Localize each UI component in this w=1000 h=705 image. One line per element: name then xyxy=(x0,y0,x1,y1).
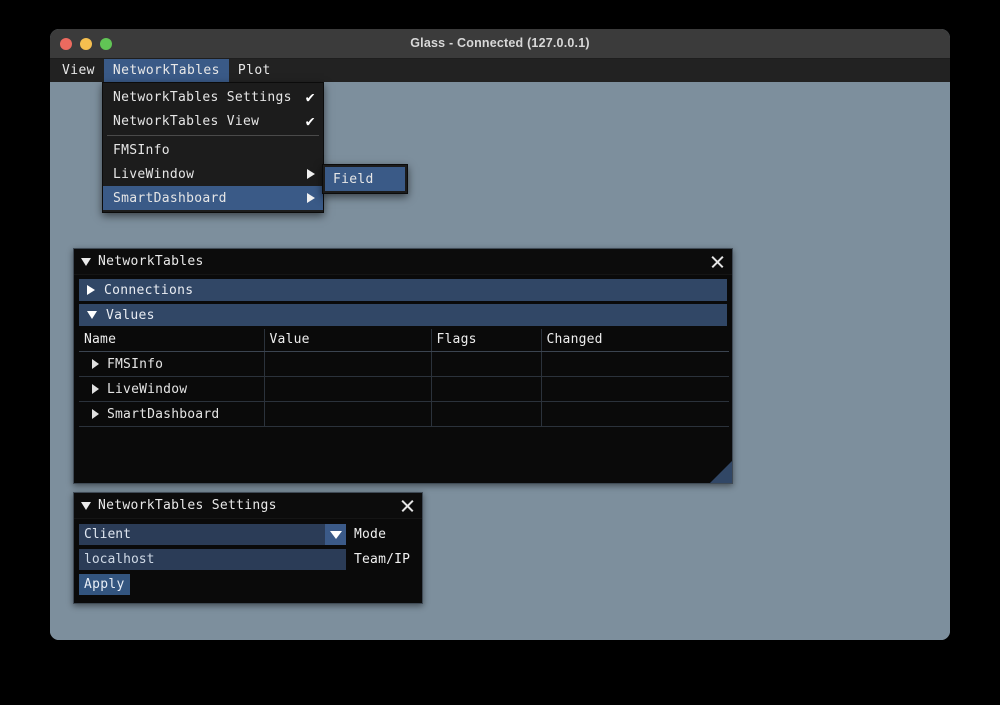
window-title: Glass - Connected (127.0.0.1) xyxy=(50,29,950,58)
cell-flags xyxy=(431,377,541,402)
checkmark-icon: ✔ xyxy=(306,90,315,105)
menu-item-fmsinfo[interactable]: FMSInfo xyxy=(103,138,323,162)
networktables-panel-body: Connections Values Name xyxy=(74,275,732,427)
collapse-triangle-icon[interactable] xyxy=(81,258,91,266)
column-header-value[interactable]: Value xyxy=(264,329,431,352)
menu-item-networktables-view[interactable]: NetworkTables View ✔ xyxy=(103,109,323,133)
menu-root-plot[interactable]: Plot xyxy=(229,59,280,82)
menu-root-networktables[interactable]: NetworkTables xyxy=(104,59,229,82)
mode-label: Mode xyxy=(354,527,386,542)
apply-row: Apply xyxy=(79,574,417,595)
expand-triangle-icon[interactable] xyxy=(92,409,99,419)
cell-name[interactable]: SmartDashboard xyxy=(79,402,264,427)
mode-selected-value: Client xyxy=(84,527,131,542)
cell-flags xyxy=(431,352,541,377)
menu-item-label: SmartDashboard xyxy=(113,191,297,206)
chevron-right-icon xyxy=(87,285,95,295)
cell-value xyxy=(264,402,431,427)
networktables-settings-panel: NetworkTables Settings Client Mode local… xyxy=(73,492,423,604)
smartdashboard-submenu: Field xyxy=(322,164,408,194)
networktables-panel-title: NetworkTables xyxy=(98,254,709,269)
menu-item-label: NetworkTables View xyxy=(113,114,298,129)
column-header-changed[interactable]: Changed xyxy=(541,329,729,352)
window-titlebar: Glass - Connected (127.0.0.1) xyxy=(50,29,950,59)
row-label: FMSInfo xyxy=(107,357,163,372)
chevron-down-icon xyxy=(87,311,97,319)
expand-triangle-icon[interactable] xyxy=(92,359,99,369)
application-canvas: NetworkTables Settings ✔ NetworkTables V… xyxy=(50,82,950,640)
mode-select[interactable]: Client xyxy=(79,524,346,545)
checkmark-icon: ✔ xyxy=(306,114,315,129)
column-header-name[interactable]: Name xyxy=(79,329,264,352)
submenu-item-label: Field xyxy=(333,172,397,187)
networktables-settings-titlebar[interactable]: NetworkTables Settings xyxy=(74,493,422,519)
table-header-row: Name Value Flags Changed xyxy=(79,329,729,352)
application-window: Glass - Connected (127.0.0.1) View Netwo… xyxy=(50,29,950,640)
row-label: SmartDashboard xyxy=(107,407,219,422)
cell-flags xyxy=(431,402,541,427)
networktables-panel: NetworkTables Connections Values xyxy=(73,248,733,484)
submenu-arrow-icon xyxy=(307,169,315,179)
table-row[interactable]: LiveWindow xyxy=(79,377,729,402)
column-header-flags[interactable]: Flags xyxy=(431,329,541,352)
menu-item-networktables-settings[interactable]: NetworkTables Settings ✔ xyxy=(103,85,323,109)
section-header-connections[interactable]: Connections xyxy=(79,279,727,301)
networktables-settings-title: NetworkTables Settings xyxy=(98,498,399,513)
submenu-arrow-icon xyxy=(307,193,315,203)
submenu-item-field[interactable]: Field xyxy=(325,167,405,191)
menu-bar: View NetworkTables Plot xyxy=(50,59,950,82)
networktables-dropdown-menu: NetworkTables Settings ✔ NetworkTables V… xyxy=(102,82,324,213)
cell-changed xyxy=(541,377,729,402)
team-ip-label: Team/IP xyxy=(354,552,410,567)
apply-button[interactable]: Apply xyxy=(79,574,130,595)
menu-item-label: FMSInfo xyxy=(113,143,315,158)
section-header-values[interactable]: Values xyxy=(79,304,727,326)
collapse-triangle-icon[interactable] xyxy=(81,502,91,510)
cell-value xyxy=(264,352,431,377)
row-label: LiveWindow xyxy=(107,382,187,397)
networktables-settings-body: Client Mode localhost Team/IP Apply xyxy=(74,519,422,595)
cell-changed xyxy=(541,402,729,427)
team-ip-input[interactable]: localhost xyxy=(79,549,346,570)
section-label: Values xyxy=(106,308,155,323)
menu-item-livewindow[interactable]: LiveWindow xyxy=(103,162,323,186)
menu-separator xyxy=(107,135,319,136)
cell-value xyxy=(264,377,431,402)
cell-name[interactable]: FMSInfo xyxy=(79,352,264,377)
close-icon[interactable] xyxy=(709,253,726,270)
section-label: Connections xyxy=(104,283,193,298)
expand-triangle-icon[interactable] xyxy=(92,384,99,394)
menu-root-view[interactable]: View xyxy=(53,59,104,82)
panel-resize-grip[interactable] xyxy=(710,461,732,483)
table-row[interactable]: FMSInfo xyxy=(79,352,729,377)
cell-changed xyxy=(541,352,729,377)
mode-field-row: Client Mode xyxy=(79,524,417,545)
table-row[interactable]: SmartDashboard xyxy=(79,402,729,427)
menu-item-label: NetworkTables Settings xyxy=(113,90,298,105)
team-ip-field-row: localhost Team/IP xyxy=(79,549,417,570)
networktables-panel-titlebar[interactable]: NetworkTables xyxy=(74,249,732,275)
chevron-down-icon[interactable] xyxy=(325,524,346,545)
close-icon[interactable] xyxy=(399,497,416,514)
values-table: Name Value Flags Changed FMSInfo xyxy=(79,329,729,427)
cell-name[interactable]: LiveWindow xyxy=(79,377,264,402)
menu-item-label: LiveWindow xyxy=(113,167,297,182)
menu-item-smartdashboard[interactable]: SmartDashboard xyxy=(103,186,323,210)
